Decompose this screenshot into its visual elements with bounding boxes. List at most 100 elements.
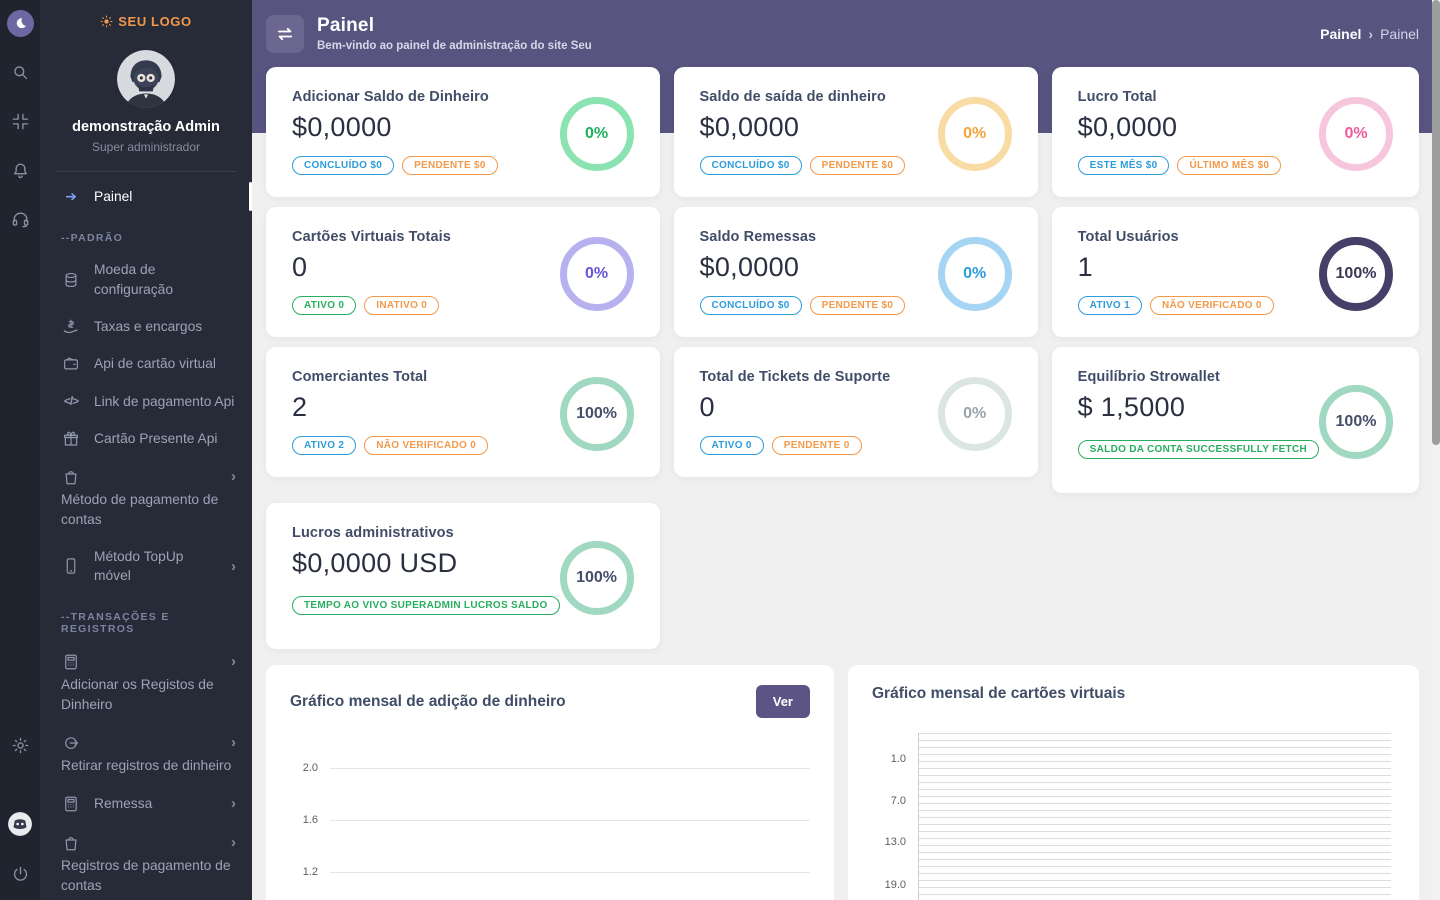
sidebar-item-label: Api de cartão virtual: [94, 356, 216, 372]
chevron-right-icon: ›: [1368, 25, 1374, 42]
sidebar-item-label: Cartão Presente Api: [94, 430, 218, 446]
chevron-right-icon: ›: [231, 653, 236, 671]
y-axis-tick: 19.0: [884, 879, 906, 891]
brand-logo[interactable]: SEU LOGO: [40, 14, 252, 29]
search-button[interactable]: [11, 63, 30, 82]
stat-card-equilibrio-strowallet: Equilíbrio Strowallet $ 1,5000 SALDO DA …: [1051, 347, 1419, 493]
stat-card-saldo-remessas: Saldo Remessas $0,0000 CONCLUÍDO $0 PEND…: [673, 207, 1038, 337]
chevron-right-icon: ›: [231, 468, 236, 486]
status-badge: NÃO VERIFICADO 0: [364, 436, 489, 455]
icon-rail: [0, 0, 40, 900]
stat-card-lucro-total: Lucro Total $0,0000 ESTE MÊS $0 ÚLTIMO M…: [1051, 67, 1419, 197]
gridline: [330, 767, 810, 769]
card-title: Saldo de saída de dinheiro: [699, 89, 886, 105]
sidebar-item-retirar-registros-dinheiro[interactable]: › Retirar registros de dinheiro: [40, 723, 252, 784]
support-button[interactable]: [11, 210, 30, 229]
phone-icon: [61, 557, 81, 575]
code-icon: </>: [63, 393, 79, 408]
sidebar-item-registros-pagamento-contas[interactable]: › Registros de pagamento de contas: [40, 823, 252, 900]
sidebar-item-label: Registros de pagamento de contas: [61, 858, 231, 893]
stat-card-total-usuarios: Total Usuários 1 ATIVO 1 NÃO VERIFICADO …: [1051, 207, 1419, 337]
compress-button[interactable]: [11, 112, 30, 131]
calculator-icon: [61, 653, 81, 671]
card-title: Adicionar Saldo de Dinheiro: [292, 89, 489, 105]
card-value: $0,0000: [699, 252, 800, 282]
divider: [56, 171, 236, 172]
shopping-bag-icon: [61, 834, 81, 852]
card-title: Equilíbrio Strowallet: [1077, 369, 1220, 385]
stat-card-comerciantes-total: Comerciantes Total 2 ATIVO 2 NÃO VERIFIC…: [266, 347, 660, 477]
breadcrumb-home[interactable]: Painel: [1320, 26, 1361, 42]
sidebar-item-adicionar-registos-dinheiro[interactable]: › Adicionar os Registos de Dinheiro: [40, 642, 252, 723]
scrollbar-thumb[interactable]: [1432, 0, 1440, 445]
sidebar-item-remessa[interactable]: Remessa ›: [40, 784, 252, 823]
gridline: [330, 871, 810, 873]
power-icon: [13, 866, 27, 881]
wallet-icon: [61, 355, 81, 373]
sidebar-item-cartao-presente-api[interactable]: Cartão Presente Api: [40, 420, 252, 457]
card-value: $0,0000 USD: [292, 548, 458, 578]
card-value: $0,0000: [292, 112, 392, 142]
chevron-right-icon: ›: [231, 734, 236, 752]
y-axis-tick: 1.6: [302, 814, 318, 826]
ver-button[interactable]: Ver: [755, 685, 810, 718]
card-value: 0: [292, 252, 308, 282]
card-value: $0,0000: [699, 112, 800, 142]
moon-icon: [16, 18, 26, 29]
sidebar-item-painel[interactable]: ➔ Painel: [40, 178, 252, 215]
chart-plot-area: 1.0 7.0 13.0 19.0: [872, 733, 1395, 900]
card-value: 1: [1077, 252, 1093, 282]
status-badge: NÃO VERIFICADO 0: [1149, 296, 1274, 315]
status-badge: ATIVO 2: [292, 436, 357, 455]
status-badge: ATIVO 0: [699, 436, 764, 455]
status-badge: TEMPO AO VIVO SUPERADMIN LUCROS SALDO: [292, 596, 560, 615]
card-value: 2: [292, 392, 308, 422]
gear-icon: [12, 737, 28, 754]
stat-card-cartoes-virtuais: Cartões Virtuais Totais 0 ATIVO 0 INATIV…: [266, 207, 660, 337]
discord-button[interactable]: [7, 811, 33, 837]
status-badge: PENDENTE $0: [402, 156, 498, 175]
sidebar-item-label: Método de pagamento de contas: [61, 492, 219, 527]
y-axis-tick: 1.0: [890, 753, 906, 765]
withdraw-icon: [61, 734, 81, 752]
headset-icon: [12, 212, 28, 228]
notifications-button[interactable]: [11, 161, 30, 180]
page-title: Painel: [317, 15, 375, 36]
sidebar-item-label: Link de pagamento Api: [94, 393, 235, 409]
percent-ring: 0%: [559, 97, 634, 171]
percent-ring: 0%: [559, 237, 634, 311]
status-badge: CONCLUÍDO $0: [292, 156, 395, 175]
avatar: [117, 50, 175, 108]
sidebar-item-moeda-configuracao[interactable]: Moeda de configuração: [40, 251, 252, 308]
card-title: Lucro Total: [1077, 89, 1157, 105]
sidebar-toggle-button[interactable]: [266, 14, 304, 53]
sidebar-item-api-cartao-virtual[interactable]: Api de cartão virtual: [40, 345, 252, 382]
sidebar-item-taxas-encargos[interactable]: Taxas e encargos: [40, 308, 252, 345]
sidebar-item-label: Método TopUp móvel: [94, 548, 184, 584]
card-title: Total Usuários: [1077, 229, 1179, 245]
sidebar-item-link-pagamento-api[interactable]: </> Link de pagamento Api: [40, 383, 252, 420]
chevron-right-icon: ›: [231, 557, 236, 575]
logout-button[interactable]: [11, 865, 30, 884]
shopping-bag-icon: [61, 468, 81, 486]
user-role: Super administrador: [91, 140, 201, 154]
percent-ring: 100%: [559, 377, 634, 451]
y-axis-tick: 1.2: [302, 866, 318, 878]
card-value: $ 1,5000: [1077, 392, 1186, 422]
y-axis-tick: 2.0: [302, 762, 318, 774]
card-title: Lucros administrativos: [292, 525, 454, 541]
status-badge: SALDO DA CONTA SUCCESSFULLY FETCH: [1077, 440, 1319, 459]
status-badge: PENDENTE 0: [771, 436, 862, 455]
percent-ring: 0%: [937, 97, 1012, 171]
sidebar-item-label: Remessa: [94, 796, 153, 812]
breadcrumb-current: Painel: [1380, 25, 1419, 42]
percent-ring: 100%: [1319, 237, 1393, 311]
dark-mode-toggle[interactable]: [6, 10, 34, 37]
sidebar-item-metodo-topup-movel[interactable]: Método TopUp móvel ›: [40, 538, 252, 595]
y-axis-tick: 13.0: [884, 836, 906, 848]
scrollbar-track[interactable]: [1432, 0, 1440, 900]
arrow-right-icon: ➔: [65, 189, 77, 204]
sidebar-item-metodo-pagamento-contas[interactable]: › Método de pagamento de contas: [40, 457, 252, 538]
settings-button[interactable]: [11, 736, 30, 755]
sidebar: SEU LOGO demonstração Admin Super admini…: [40, 0, 252, 900]
